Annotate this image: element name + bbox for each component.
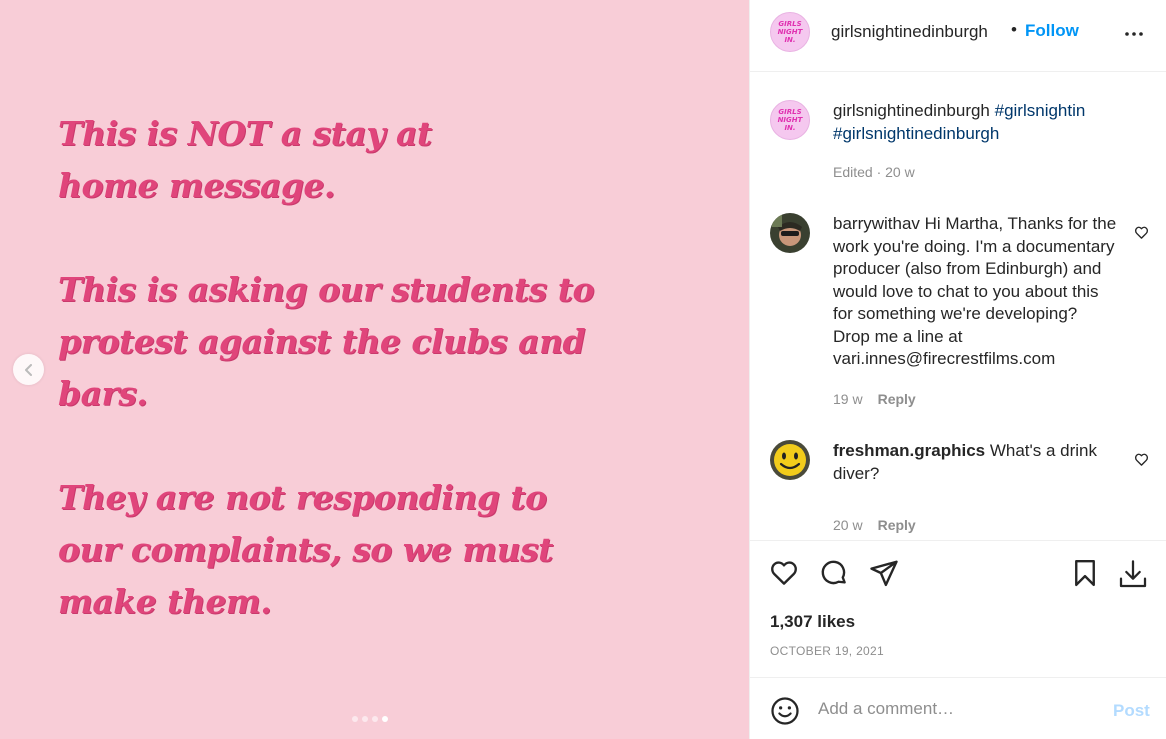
comment-username[interactable]: barrywithav bbox=[833, 214, 920, 233]
post-media: This is NOT a stay at home message. This… bbox=[0, 0, 749, 739]
comments-section[interactable]: GIRLS NIGHT IN. girlsnightinedinburgh #g… bbox=[750, 72, 1166, 540]
comment-body: barrywithav Hi Martha, Thanks for the wo… bbox=[833, 213, 1118, 410]
caption-meta: Edited · 20 w bbox=[833, 161, 1118, 184]
like-comment-heart-icon[interactable] bbox=[1134, 452, 1149, 467]
avatar-text: IN. bbox=[784, 124, 796, 132]
comment-meta: 20 w Reply bbox=[833, 514, 1118, 537]
image-text-line: protest against the clubs and bbox=[58, 322, 586, 361]
likes-count[interactable]: 1,307 likes bbox=[770, 612, 855, 632]
caption: GIRLS NIGHT IN. girlsnightinedinburgh #g… bbox=[770, 100, 1150, 190]
comment-item: freshman.graphics What's a drink diver? … bbox=[770, 440, 1150, 533]
smiley-face-icon bbox=[770, 440, 810, 480]
comment-age: 20 w bbox=[833, 517, 863, 533]
comment-input[interactable] bbox=[818, 696, 1088, 722]
carousel-dot-active bbox=[382, 716, 388, 722]
comment-meta: 19 w Reply bbox=[833, 388, 1118, 411]
caption-edited-time: Edited · 20 w bbox=[833, 164, 915, 180]
image-text-line: home message. bbox=[58, 166, 335, 205]
hashtag-link[interactable]: #girlsnightin bbox=[995, 101, 1086, 120]
carousel-dot bbox=[352, 716, 358, 722]
add-comment-bar: Post bbox=[750, 677, 1166, 739]
image-text-line: This is NOT a stay at bbox=[58, 114, 432, 153]
like-heart-icon[interactable] bbox=[769, 558, 799, 588]
emoji-icon[interactable] bbox=[770, 696, 800, 726]
image-paragraph-3: They are not responding to our complaint… bbox=[58, 472, 718, 628]
image-text-line: make them. bbox=[58, 582, 272, 621]
user-photo-icon bbox=[770, 213, 810, 253]
follow-button[interactable]: Follow bbox=[1025, 21, 1079, 41]
comment-text: Hi Martha, Thanks for the work you're do… bbox=[833, 214, 1117, 368]
carousel-dot bbox=[362, 716, 368, 722]
post-comment-button[interactable]: Post bbox=[1113, 701, 1150, 721]
hashtag-link[interactable]: #girlsnightinedinburgh bbox=[833, 124, 999, 143]
caption-username[interactable]: girlsnightinedinburgh bbox=[833, 101, 990, 120]
image-text-line: They are not responding to bbox=[58, 478, 547, 517]
comment-username[interactable]: freshman.graphics bbox=[833, 441, 985, 460]
reply-button[interactable]: Reply bbox=[878, 388, 916, 411]
reply-button[interactable]: Reply bbox=[878, 514, 916, 537]
avatar-text: GIRLS bbox=[778, 108, 802, 116]
header-username[interactable]: girlsnightinedinburgh bbox=[831, 22, 988, 42]
avatar-text: GIRLS bbox=[778, 20, 802, 28]
avatar-text: NIGHT bbox=[777, 28, 803, 36]
caption-body: girlsnightinedinburgh #girlsnightin #gir… bbox=[833, 100, 1118, 184]
post-header: GIRLS NIGHT IN. girlsnightinedinburgh • … bbox=[750, 0, 1166, 72]
separator-dot: • bbox=[1011, 20, 1017, 39]
comment-bubble-icon[interactable] bbox=[819, 558, 849, 588]
share-send-icon[interactable] bbox=[869, 558, 899, 588]
avatar[interactable]: GIRLS NIGHT IN. bbox=[770, 100, 810, 140]
bookmark-icon[interactable] bbox=[1070, 558, 1100, 588]
image-text-line: our complaints, so we must bbox=[58, 530, 553, 569]
avatar[interactable] bbox=[770, 213, 810, 253]
post-image-text: This is NOT a stay at home message. This… bbox=[58, 108, 718, 628]
image-paragraph-1: This is NOT a stay at home message. bbox=[58, 108, 718, 212]
carousel-dots bbox=[352, 716, 388, 722]
image-paragraph-2: This is asking our students to protest a… bbox=[58, 264, 718, 420]
avatar-text: NIGHT bbox=[777, 116, 803, 124]
more-options-icon[interactable] bbox=[1122, 22, 1146, 46]
comment-item: barrywithav Hi Martha, Thanks for the wo… bbox=[770, 213, 1150, 413]
carousel-dot bbox=[372, 716, 378, 722]
chevron-left-icon bbox=[24, 363, 32, 376]
post-side-panel: GIRLS NIGHT IN. girlsnightinedinburgh • … bbox=[749, 0, 1166, 739]
download-icon[interactable] bbox=[1117, 558, 1149, 590]
post-actions: 1,307 likes OCTOBER 19, 2021 bbox=[750, 540, 1166, 677]
like-comment-heart-icon[interactable] bbox=[1134, 225, 1149, 240]
avatar[interactable] bbox=[770, 440, 810, 480]
carousel-prev-button[interactable] bbox=[13, 354, 44, 385]
image-text-line: bars. bbox=[58, 374, 148, 413]
post-date: OCTOBER 19, 2021 bbox=[770, 644, 884, 658]
avatar-text: IN. bbox=[784, 36, 796, 44]
comment-age: 19 w bbox=[833, 390, 863, 407]
image-text-line: This is asking our students to bbox=[58, 270, 595, 309]
avatar[interactable]: GIRLS NIGHT IN. bbox=[770, 12, 810, 52]
comment-body: freshman.graphics What's a drink diver? … bbox=[833, 440, 1118, 537]
